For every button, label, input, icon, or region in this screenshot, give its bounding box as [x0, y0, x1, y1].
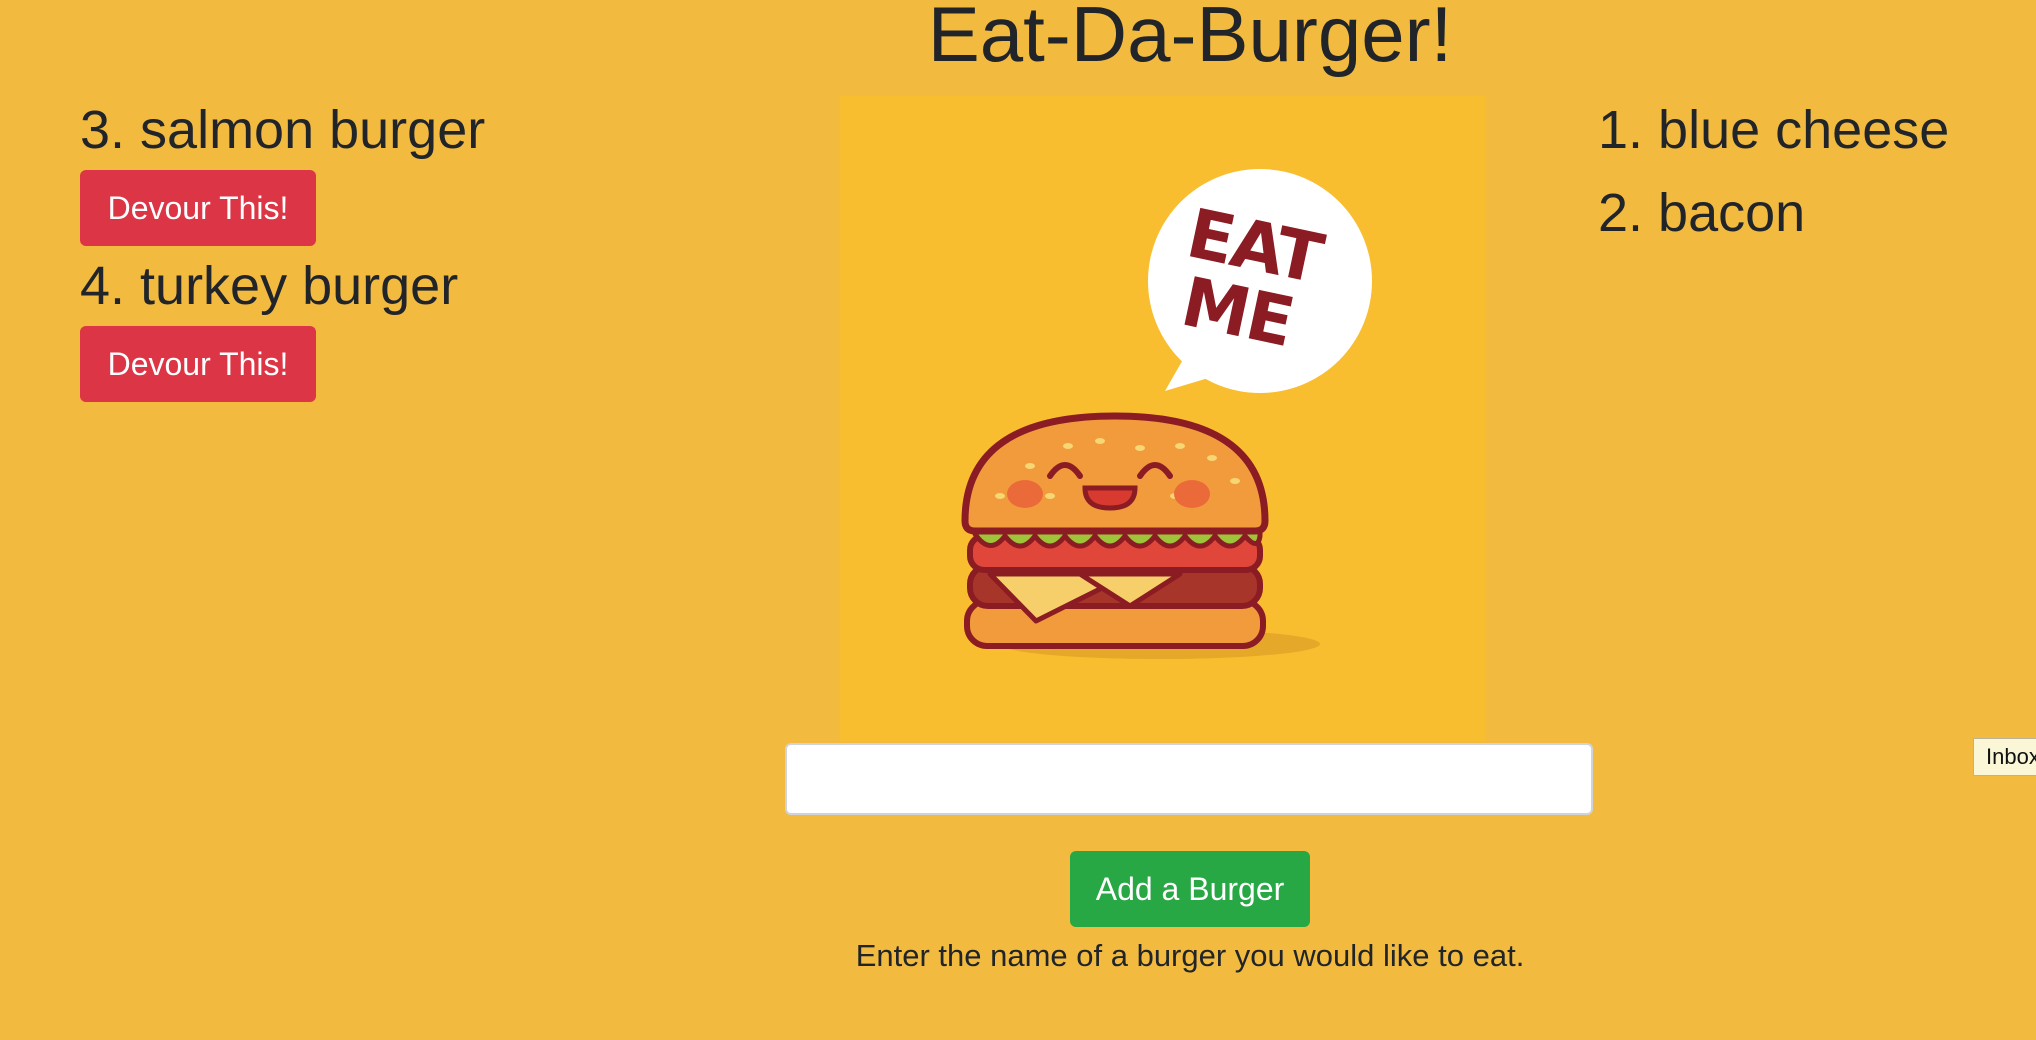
inbox-tooltip[interactable]: Inbox — [1973, 738, 2036, 776]
devour-button[interactable]: Devour This! — [80, 326, 316, 402]
help-text: Enter the name of a burger you would lik… — [855, 938, 1525, 973]
happy-burger-icon: EAT ME — [961, 169, 1372, 659]
burger-name-input[interactable] — [785, 743, 1593, 815]
burger-illustration: EAT ME — [840, 96, 1485, 741]
devoured-burger-name: 1. blue cheese — [1598, 100, 1950, 160]
add-burger-button[interactable]: Add a Burger — [1070, 851, 1310, 927]
devour-button[interactable]: Devour This! — [80, 170, 316, 246]
page-title: Eat-Da-Burger! — [927, 0, 1453, 78]
page: Eat-Da-Burger! 3. salmon burger Devour T… — [0, 0, 2036, 1040]
burger-name: 4. turkey burger — [80, 256, 459, 316]
available-burgers-list: 3. salmon burger Devour This! 4. turkey … — [80, 96, 780, 408]
burger-name: 3. salmon burger — [80, 100, 486, 160]
devoured-burger-name: 2. bacon — [1598, 183, 1806, 243]
devoured-burgers-list: 1. blue cheese 2. bacon — [1598, 96, 2018, 262]
list-item: 3. salmon burger Devour This! — [80, 96, 780, 252]
list-item: 4. turkey burger Devour This! — [80, 252, 780, 408]
